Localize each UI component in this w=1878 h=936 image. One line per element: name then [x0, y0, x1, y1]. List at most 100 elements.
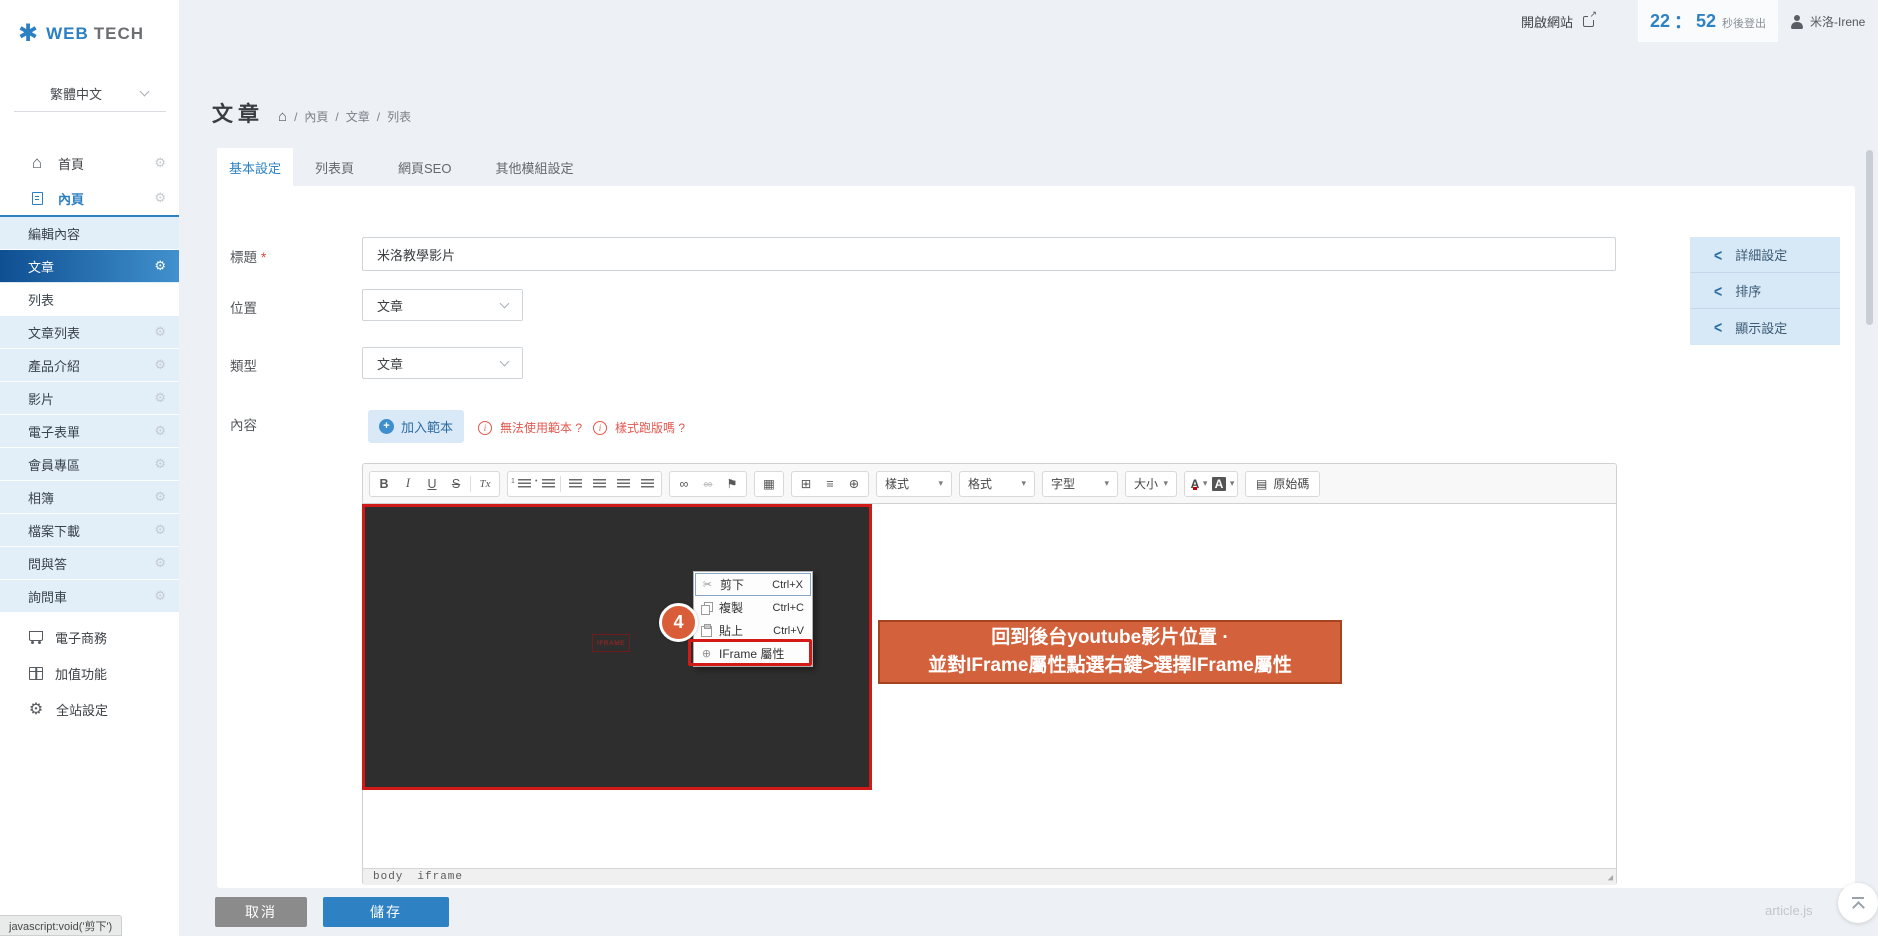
open-site-link[interactable]: 開啟網站	[1521, 12, 1594, 31]
size-select-label: 大小	[1134, 475, 1158, 492]
link-button[interactable]: ∞	[672, 473, 696, 495]
sidebar-item-label: 加值功能	[55, 664, 107, 683]
add-template-button[interactable]: + 加入範本	[368, 410, 464, 443]
timer-separator: ：	[1674, 8, 1692, 34]
cancel-button[interactable]: 取消	[215, 897, 307, 927]
iframe-button[interactable]: ⊕	[842, 473, 866, 495]
align-left-button[interactable]	[563, 473, 587, 495]
text-color-button[interactable]: A ▾	[1187, 473, 1211, 495]
language-selector[interactable]: 繁體中文	[14, 84, 166, 112]
format-select[interactable]: 格式 ▾	[959, 471, 1035, 497]
template-help-link[interactable]: i 無法使用範本 ?	[478, 419, 582, 436]
justify-button[interactable]	[635, 473, 659, 495]
horizontal-line-button[interactable]: ≡	[818, 473, 842, 495]
toolbar-group-source: ▤ 原始碼	[1245, 471, 1320, 497]
strikethrough-button[interactable]: S	[444, 473, 468, 495]
breadcrumb-link[interactable]: 列表	[387, 108, 411, 125]
sidebar-item-qa[interactable]: 問與答 ⚙	[0, 547, 179, 580]
type-select[interactable]: 文章	[362, 347, 523, 379]
timer-suffix: 秒後登出	[1722, 11, 1766, 31]
ordered-list-button[interactable]	[510, 473, 534, 495]
scroll-to-top-button[interactable]	[1838, 883, 1878, 923]
element-path-iframe[interactable]: iframe	[417, 871, 463, 883]
sidebar-item-addons[interactable]: 加值功能	[0, 655, 179, 691]
font-select[interactable]: 字型 ▾	[1042, 471, 1118, 497]
background-color-button[interactable]: A ▾	[1211, 473, 1235, 495]
iframe-placeholder[interactable]: IFRAME	[592, 634, 630, 652]
align-center-button[interactable]	[587, 473, 611, 495]
side-panel-display-settings[interactable]: < 顯示設定	[1690, 309, 1840, 345]
table-button[interactable]: ⊞	[794, 473, 818, 495]
tab-other-modules[interactable]: 其他模組設定	[473, 148, 595, 186]
title-input[interactable]	[362, 237, 1616, 271]
toolbar-separator	[470, 476, 471, 492]
sidebar-item-label: 內頁	[58, 189, 84, 208]
toolbar-group-links: ∞ ∞ ⚑	[669, 471, 747, 497]
gear-icon[interactable]: ⚙	[154, 555, 166, 571]
align-right-icon	[617, 479, 630, 489]
sidebar-item-edit-content[interactable]: 編輯內容	[0, 217, 179, 250]
element-path-body[interactable]: body	[373, 871, 403, 883]
tab-basic-settings[interactable]: 基本設定	[217, 148, 293, 186]
source-button[interactable]: ▤ 原始碼	[1248, 473, 1317, 495]
sidebar-item-videos[interactable]: 影片 ⚙	[0, 382, 179, 415]
style-help-link[interactable]: i 樣式跑版嗎 ?	[593, 419, 685, 436]
gear-icon[interactable]: ⚙	[154, 190, 166, 206]
gear-icon[interactable]: ⚙	[154, 489, 166, 505]
sidebar-item-inquiry-cart[interactable]: 詢問車 ⚙	[0, 580, 179, 613]
side-panel-sort[interactable]: < 排序	[1690, 273, 1840, 309]
unordered-list-button[interactable]	[534, 473, 558, 495]
gear-icon[interactable]: ⚙	[154, 423, 166, 439]
page-scrollbar-thumb[interactable]	[1866, 150, 1873, 325]
toolbar-group-image: ▦	[754, 471, 784, 497]
side-panel-detail-settings[interactable]: < 詳細設定	[1690, 237, 1840, 273]
sidebar-item-home[interactable]: ⌂ 首頁 ⚙	[0, 145, 179, 181]
sidebar-item-eforms[interactable]: 電子表單 ⚙	[0, 415, 179, 448]
align-right-button[interactable]	[611, 473, 635, 495]
save-button[interactable]: 儲存	[323, 897, 449, 927]
styles-select[interactable]: 樣式 ▾	[876, 471, 952, 497]
sidebar-item-products[interactable]: 產品介紹 ⚙	[0, 349, 179, 382]
image-button[interactable]: ▦	[757, 473, 781, 495]
context-menu-item-cut[interactable]: ✂ 剪下 Ctrl+X	[695, 573, 811, 596]
breadcrumb-home-icon[interactable]: ⌂	[278, 108, 287, 125]
gear-icon[interactable]: ⚙	[154, 456, 166, 472]
remove-format-button[interactable]: Tx	[473, 473, 497, 495]
context-menu-item-iframe-properties[interactable]: ⊕ IFrame 屬性	[695, 642, 811, 665]
gear-icon[interactable]: ⚙	[154, 390, 166, 406]
user-menu[interactable]: 米洛-Irene	[1790, 13, 1865, 30]
breadcrumb-link[interactable]: 內頁	[304, 108, 328, 125]
sidebar-item-site-settings[interactable]: ⚙ 全站設定	[0, 691, 179, 727]
logo[interactable]: ✱ WEB TECH	[18, 22, 144, 46]
anchor-button[interactable]: ⚑	[720, 473, 744, 495]
gear-icon[interactable]: ⚙	[154, 522, 166, 538]
content-label: 內容	[230, 414, 257, 434]
sidebar-item-article[interactable]: 文章 ⚙	[0, 250, 179, 283]
sidebar-item-members[interactable]: 會員專區 ⚙	[0, 448, 179, 481]
chevron-down-icon	[140, 87, 150, 97]
sidebar-item-albums[interactable]: 相簿 ⚙	[0, 481, 179, 514]
gear-icon[interactable]: ⚙	[154, 357, 166, 373]
context-menu-item-copy[interactable]: 複製 Ctrl+C	[695, 596, 811, 619]
sidebar-item-list[interactable]: 列表	[0, 283, 179, 316]
gear-icon[interactable]: ⚙	[154, 324, 166, 340]
sidebar-item-inner-pages[interactable]: 內頁 ⚙	[0, 181, 179, 217]
resize-grip-icon[interactable]: ◢	[1608, 873, 1613, 883]
sidebar-item-ecommerce[interactable]: 電子商務	[0, 619, 179, 655]
size-select[interactable]: 大小 ▾	[1125, 471, 1177, 497]
tab-seo[interactable]: 網頁SEO	[376, 148, 473, 186]
bold-button[interactable]: B	[372, 473, 396, 495]
gear-icon[interactable]: ⚙	[154, 258, 166, 274]
sidebar-item-downloads[interactable]: 檔案下載 ⚙	[0, 514, 179, 547]
underline-button[interactable]: U	[420, 473, 444, 495]
position-select[interactable]: 文章	[362, 289, 523, 321]
sidebar-item-label: 檔案下載	[28, 521, 80, 540]
unlink-button[interactable]: ∞	[696, 473, 720, 495]
tab-list-page[interactable]: 列表頁	[293, 148, 376, 186]
italic-button[interactable]: I	[396, 473, 420, 495]
gear-icon[interactable]: ⚙	[154, 155, 166, 171]
context-menu-item-paste[interactable]: 貼上 Ctrl+V	[695, 619, 811, 642]
breadcrumb-link[interactable]: 文章	[346, 108, 370, 125]
sidebar-item-article-list[interactable]: 文章列表 ⚙	[0, 316, 179, 349]
gear-icon[interactable]: ⚙	[154, 588, 166, 604]
